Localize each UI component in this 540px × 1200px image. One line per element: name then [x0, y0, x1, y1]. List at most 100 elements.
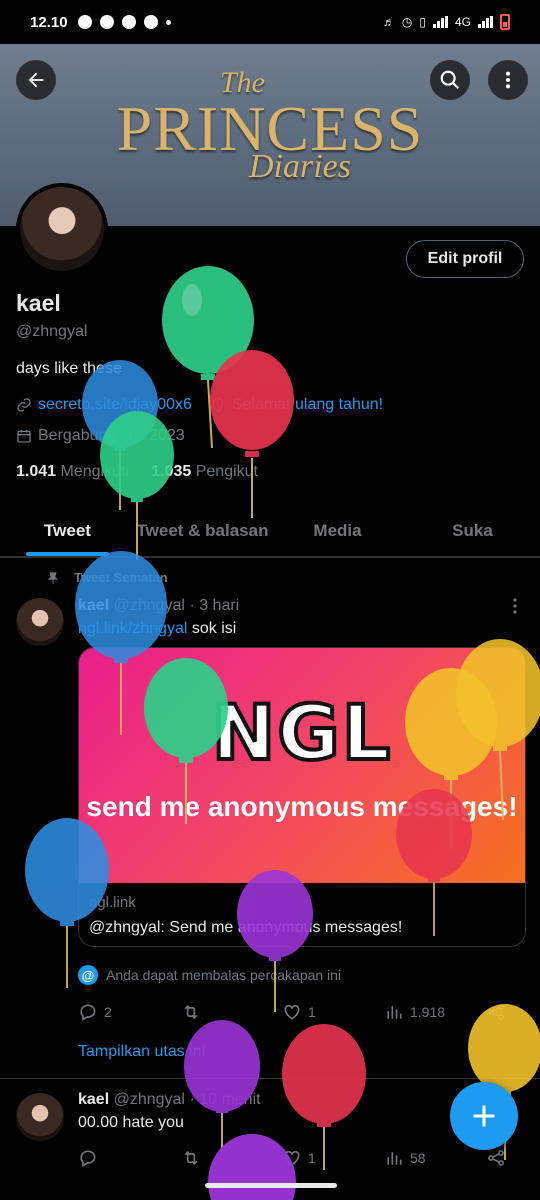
profile-avatar[interactable]: [16, 183, 108, 275]
tab-media[interactable]: Media: [270, 505, 405, 556]
card-domain: ngl.link: [89, 894, 136, 911]
tweet-header: kael @zhngyal · 3 hari: [78, 597, 239, 615]
more-options-button[interactable]: [488, 60, 528, 100]
follow-stats: 1.041 Mengikuti 1.035 Pengikut: [16, 463, 258, 481]
view-count: 58: [410, 1150, 426, 1166]
reply-icon: [80, 1150, 96, 1167]
more-notifications-dot: [165, 19, 171, 25]
reply-count: 2: [104, 1004, 112, 1020]
ngl-logo: NGL: [210, 686, 393, 779]
reply-icon: [80, 1004, 96, 1021]
profile-tabs: Tweet Tweet & balasan Media Suka: [0, 505, 540, 557]
tweet-author-name[interactable]: kael: [78, 597, 109, 614]
tweet-avatar[interactable]: [16, 1093, 64, 1141]
tabs-divider: [0, 557, 540, 558]
share-button[interactable]: [486, 1148, 506, 1168]
balloon-icon: [184, 1020, 260, 1150]
headphones-icon: ♬: [382, 15, 395, 29]
tweet-header: kael @zhngyal · 10 menit: [78, 1091, 261, 1109]
retweet-button[interactable]: [180, 1148, 282, 1168]
alarm-icon: ◷: [401, 15, 413, 29]
tweet-text: sok isi: [191, 620, 237, 637]
profile-meta-links: secreto.site/idjay00x6 Selamat ulang tah…: [16, 396, 383, 414]
tweet-avatar[interactable]: [16, 598, 64, 646]
ngl-tagline: send me anonymous messages!: [86, 791, 518, 822]
battery-icon: [500, 14, 510, 30]
location-icon: [212, 397, 224, 413]
profile-joined-date: Bergabung Juli 2023: [38, 427, 185, 444]
tweet-author-handle: @zhngyal: [113, 1091, 185, 1108]
share-button[interactable]: [486, 1002, 506, 1022]
chat-notification-icon: [77, 15, 92, 29]
like-button[interactable]: 1: [282, 1002, 384, 1022]
card-title: @zhngyal: Send me anonymous messages!: [89, 919, 403, 936]
profile-handle: @zhngyal: [16, 323, 88, 340]
retweet-button[interactable]: [180, 1002, 282, 1022]
chrome-icon: [143, 15, 158, 29]
share-icon: [488, 1004, 504, 1020]
home-indicator[interactable]: [205, 1183, 337, 1188]
like-count: 1: [308, 1150, 316, 1166]
tweet-link[interactable]: ngl.link/zhngyal: [78, 620, 187, 637]
like-count: 1: [308, 1004, 316, 1020]
tab-tweet-replies[interactable]: Tweet & balasan: [135, 505, 270, 556]
views-button[interactable]: 58: [384, 1148, 486, 1168]
followers-link[interactable]: 1.035 Pengikut: [151, 463, 258, 480]
tweet-more-button[interactable]: [508, 597, 522, 620]
network-type: 4G: [454, 15, 471, 29]
profile-bio: days like these: [16, 360, 122, 377]
like-button[interactable]: 1: [282, 1148, 384, 1168]
views-button[interactable]: 1.918: [384, 1002, 486, 1022]
calendar-icon: [17, 430, 31, 443]
following-link[interactable]: 1.041 Mengikuti: [16, 463, 129, 480]
signal-icon-2: [478, 16, 493, 28]
followers-label: Pengikut: [195, 463, 258, 480]
following-count: 1.041: [16, 463, 57, 480]
app-notification-icon: [99, 15, 114, 29]
card-image: NGL send me anonymous messages!: [79, 648, 525, 883]
tab-tweet[interactable]: Tweet: [0, 505, 135, 556]
search-icon: [440, 70, 460, 90]
like-icon: [284, 1004, 300, 1020]
edit-profile-button[interactable]: Edit profil: [406, 240, 524, 278]
reply-permission-text: Anda dapat membalas percakapan ini: [106, 967, 342, 983]
tab-likes[interactable]: Suka: [405, 505, 540, 556]
compose-tweet-button[interactable]: [450, 1082, 518, 1150]
reply-button[interactable]: 2: [78, 1002, 180, 1022]
tweet-divider: [0, 1078, 540, 1079]
tweet-time: · 10 menit: [189, 1091, 261, 1108]
show-thread-link[interactable]: Tampilkan utas ini: [78, 1043, 205, 1061]
balloon-icon: [210, 350, 294, 518]
balloon-icon: [162, 266, 254, 449]
tweet-body: 00.00 hate you: [78, 1114, 184, 1131]
tweet-time: · 3 hari: [189, 597, 240, 614]
profile-birthday-text: Selamat ulang tahun!: [231, 396, 384, 413]
search-button[interactable]: [430, 60, 470, 100]
tweet-body: ngl.link/zhngyal sok isi: [78, 620, 236, 638]
retweet-icon: [184, 1004, 198, 1020]
pin-icon: [47, 571, 59, 584]
status-time: 12.10: [30, 13, 68, 31]
tweet-author-name[interactable]: kael: [78, 1091, 109, 1108]
like-icon: [284, 1150, 300, 1166]
link-card[interactable]: NGL send me anonymous messages! ngl.link…: [78, 647, 526, 947]
profile-name: kael: [16, 290, 61, 316]
retweet-icon: [184, 1150, 198, 1166]
view-count: 1.918: [410, 1004, 446, 1020]
search-notification-icon: [121, 15, 136, 29]
share-icon: [488, 1150, 504, 1166]
compose-plus-icon: [473, 1105, 495, 1127]
tweet-actions: 1 58: [78, 1148, 518, 1168]
pinned-label: Tweet Sematan: [46, 570, 168, 585]
at-icon: @: [78, 965, 98, 985]
reply-permission-note: @ Anda dapat membalas percakapan ini: [78, 965, 341, 985]
more-vertical-icon: [505, 71, 511, 89]
pinned-text: Tweet Sematan: [74, 570, 168, 585]
tweet-actions: 2 1 1.918: [78, 1002, 518, 1022]
reply-button[interactable]: [78, 1148, 180, 1168]
views-icon: [387, 1006, 402, 1019]
profile-website-link[interactable]: secreto.site/idjay00x6: [38, 396, 192, 414]
back-button[interactable]: [16, 60, 56, 100]
link-icon: [17, 398, 31, 412]
tweet-author-handle: @zhngyal: [113, 597, 185, 614]
